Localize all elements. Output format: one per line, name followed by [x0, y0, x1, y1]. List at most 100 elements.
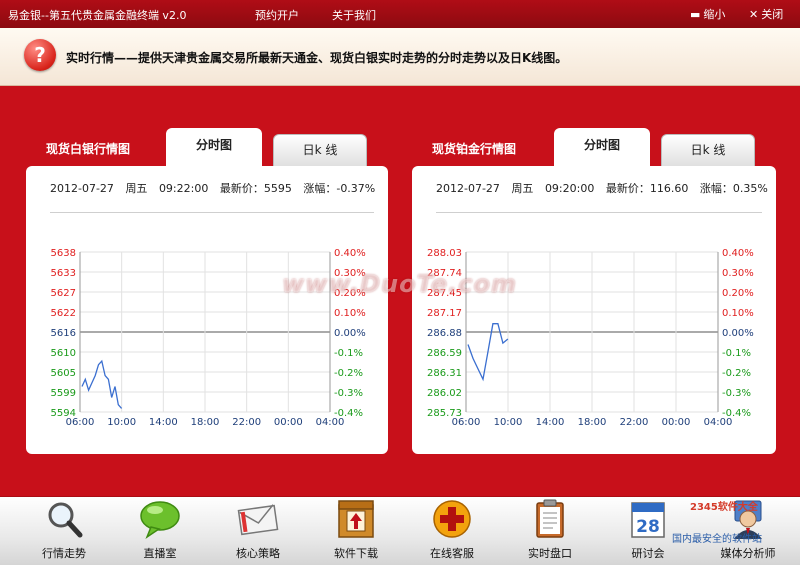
download-box-icon	[338, 500, 374, 538]
x-tick-label: 10:00	[107, 417, 136, 428]
silver-quote-info: 2012-07-27 周五 09:22:00 最新价：5595 涨幅：-0.37…	[50, 180, 383, 196]
minimize-button[interactable]: ▬ 缩小	[690, 6, 725, 22]
y-right-tick-label: 0.10%	[334, 308, 366, 319]
tool-core-strategy[interactable]: 核心策略	[216, 497, 300, 565]
y-left-tick-label: 287.17	[427, 308, 462, 319]
quote-change: 涨幅：-0.37%	[303, 182, 376, 195]
title-bar: 易金银--第五代贵金属金融终端 v2.0 预约开户 关于我们 ▬ 缩小 ✕ 关闭	[0, 0, 800, 28]
y-right-tick-label: 0.30%	[722, 268, 754, 279]
info-separator	[436, 212, 762, 213]
y-right-tick-label: 0.40%	[334, 248, 366, 259]
close-button[interactable]: ✕ 关闭	[749, 6, 783, 22]
quote-date: 2012-07-27	[436, 182, 500, 195]
x-tick-label: 00:00	[662, 417, 691, 428]
y-left-tick-label: 288.03	[427, 248, 462, 259]
calendar-icon: 28	[631, 502, 665, 538]
tool-label: 媒体分析师	[720, 547, 776, 560]
y-left-tick-label: 5616	[51, 328, 76, 339]
quote-latest: 最新价：116.60	[605, 182, 689, 195]
x-tick-label: 00:00	[274, 417, 303, 428]
tool-label: 在线客服	[430, 547, 474, 560]
y-left-tick-label: 5638	[51, 248, 76, 259]
magnifier-icon	[48, 502, 83, 538]
banner-text: 实时行情——提供天津贵金属交易所最新天通金、现货白银实时走势的分时走势以及日K线…	[66, 51, 568, 65]
y-left-tick-label: 5599	[51, 388, 76, 399]
calendar-day: 28	[636, 517, 660, 537]
tab-platinum-daily-k[interactable]: 日k 线	[661, 134, 755, 168]
tool-label: 实时盘口	[528, 547, 572, 560]
x-tick-label: 06:00	[66, 417, 95, 428]
tool-label: 研讨会	[631, 547, 665, 560]
y-left-tick-label: 286.02	[427, 388, 462, 399]
site-badge: 2345软件大全	[690, 502, 758, 513]
platinum-quote-info: 2012-07-27 周五 09:20:00 最新价：116.60 涨幅：0.3…	[436, 180, 776, 196]
x-tick-label: 22:00	[232, 417, 261, 428]
info-banner: ? 实时行情——提供天津贵金属交易所最新天通金、现货白银实时走势的分时走势以及日…	[0, 28, 800, 86]
plus-circle-icon	[433, 500, 471, 538]
y-right-tick-label: 0.10%	[722, 308, 754, 319]
x-tick-label: 06:00	[452, 417, 481, 428]
y-right-tick-label: 0.20%	[722, 288, 754, 299]
tool-realtime-quotes[interactable]: 实时盘口	[508, 497, 592, 565]
quote-latest: 最新价：5595	[219, 182, 292, 195]
quote-time: 09:22:00	[158, 182, 209, 195]
y-right-tick-label: -0.2%	[334, 368, 363, 379]
x-tick-label: 18:00	[191, 417, 220, 428]
tool-label: 行情走势	[42, 547, 86, 560]
close-icon: ✕	[749, 7, 759, 21]
y-left-tick-label: 5633	[51, 268, 76, 279]
tool-label: 直播室	[143, 547, 177, 560]
quote-weekday: 周五	[511, 182, 534, 195]
tool-market-trend[interactable]: 行情走势	[22, 497, 106, 565]
y-left-tick-label: 5605	[51, 368, 76, 379]
quote-date: 2012-07-27	[50, 182, 114, 195]
x-tick-label: 04:00	[316, 417, 345, 428]
y-right-tick-label: 0.40%	[722, 248, 754, 259]
watermark-text: www.DuoTe.com	[282, 270, 517, 298]
y-left-tick-label: 5627	[51, 288, 76, 299]
tab-silver-daily-k[interactable]: 日k 线	[273, 134, 367, 168]
tool-software-download[interactable]: 软件下载	[314, 497, 398, 565]
nav-about-us[interactable]: 关于我们	[332, 7, 376, 23]
question-icon: ?	[24, 39, 56, 71]
tool-live-room[interactable]: 直播室	[118, 497, 202, 565]
tool-label: 软件下载	[334, 547, 378, 560]
y-left-tick-label: 286.59	[427, 348, 462, 359]
y-left-tick-label: 286.31	[427, 368, 462, 379]
y-right-tick-label: 0.00%	[334, 328, 366, 339]
tool-online-service[interactable]: 在线客服	[410, 497, 494, 565]
y-right-tick-label: 0.00%	[722, 328, 754, 339]
clipboard-icon	[536, 499, 564, 538]
silver-chart-card: 2012-07-27 周五 09:22:00 最新价：5595 涨幅：-0.37…	[26, 166, 388, 454]
y-right-tick-label: -0.2%	[722, 368, 751, 379]
tab-platinum-intraday[interactable]: 分时图	[554, 128, 650, 168]
platinum-chart-card: 2012-07-27 周五 09:20:00 最新价：116.60 涨幅：0.3…	[412, 166, 776, 454]
y-left-tick-label: 5622	[51, 308, 76, 319]
y-right-tick-label: -0.3%	[722, 388, 751, 399]
minimize-label: 缩小	[703, 8, 726, 21]
silver-panel-label: 现货白银行情图	[46, 142, 131, 156]
x-tick-label: 14:00	[536, 417, 565, 428]
platinum-panel-label: 现货铂金行情图	[432, 142, 517, 156]
info-separator	[50, 212, 374, 213]
close-label: 关闭	[761, 8, 784, 21]
app-title: 易金银--第五代贵金属金融终端 v2.0	[8, 9, 187, 22]
quote-time: 09:20:00	[544, 182, 595, 195]
x-tick-label: 04:00	[704, 417, 733, 428]
x-tick-label: 14:00	[149, 417, 178, 428]
x-tick-label: 22:00	[620, 417, 649, 428]
price-series-line	[81, 359, 123, 409]
chat-bubble-icon	[140, 501, 180, 539]
y-right-tick-label: -0.1%	[334, 348, 363, 359]
quote-weekday: 周五	[125, 182, 148, 195]
y-left-tick-label: 286.88	[427, 328, 462, 339]
x-tick-label: 10:00	[494, 417, 523, 428]
quote-change: 涨幅：0.35%	[699, 182, 768, 195]
nav-open-account[interactable]: 预约开户	[255, 7, 299, 23]
y-left-tick-label: 5610	[51, 348, 76, 359]
y-right-tick-label: -0.3%	[334, 388, 363, 399]
y-right-tick-label: -0.1%	[722, 348, 751, 359]
x-tick-label: 18:00	[578, 417, 607, 428]
tab-silver-intraday[interactable]: 分时图	[166, 128, 262, 168]
minimize-icon: ▬	[690, 7, 701, 21]
